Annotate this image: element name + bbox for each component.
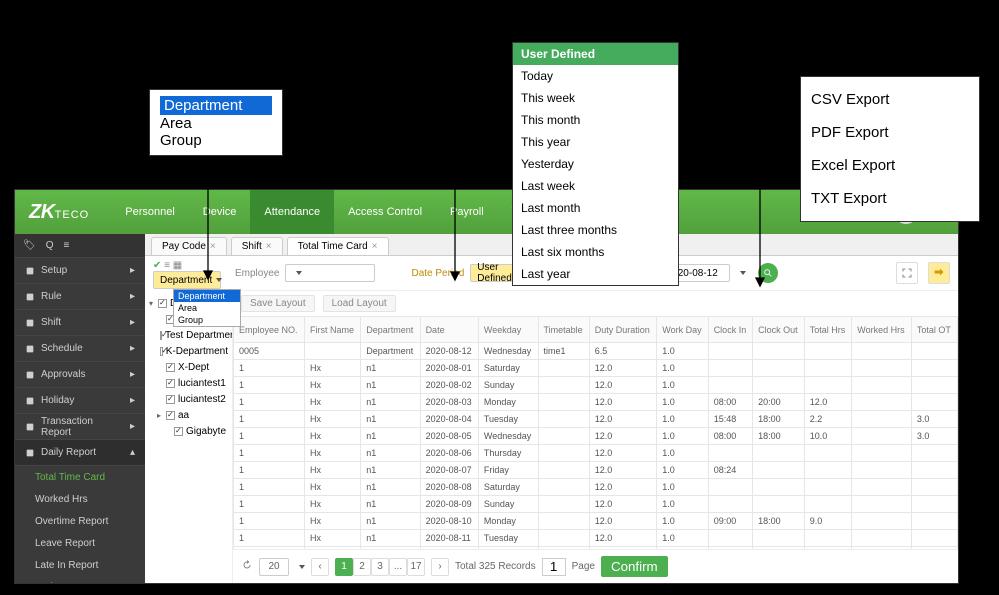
tree-node[interactable]: X-Dept	[149, 359, 228, 375]
column-header[interactable]: Duty Duration	[589, 317, 656, 343]
sidebar-sub-overtime-report[interactable]: Overtime Report	[15, 510, 145, 532]
table-row[interactable]: 1Hxn12020-08-06Thursday12.01.0	[234, 445, 958, 462]
column-header[interactable]: Clock Out	[753, 317, 805, 343]
department-tree: ▾Departmentn1Test DepartmentK-Department…	[145, 291, 233, 583]
sidebar-sub-leave-report[interactable]: Leave Report	[15, 532, 145, 554]
department-dropdown-open[interactable]: Department Area Group	[173, 289, 241, 327]
column-header[interactable]: Total Hrs	[804, 317, 852, 343]
column-header[interactable]: Work Day	[657, 317, 708, 343]
table-row[interactable]: 1Hxn12020-08-11Tuesday12.01.0	[234, 530, 958, 547]
tag-icon[interactable]: 🏷	[23, 240, 36, 251]
table-row[interactable]: 1Hxn12020-08-03Monday12.01.008:0020:0012…	[234, 394, 958, 411]
sidebar-item-approvals[interactable]: Approvals▸	[15, 362, 145, 388]
employee-select[interactable]	[285, 264, 375, 282]
sidebar-tool-row: 🏷 Q ≡	[15, 234, 145, 258]
column-header[interactable]: Employee NO.	[234, 317, 305, 343]
nav-access-control[interactable]: Access Control	[334, 190, 436, 234]
department-callout: Department Area Group	[149, 89, 283, 156]
chevron-down-icon[interactable]	[299, 565, 305, 569]
page-17[interactable]: 17	[407, 558, 425, 576]
tab-shift[interactable]: Shift ×	[231, 237, 283, 255]
table-row[interactable]: 1Hxn12020-08-04Tuesday12.01.015:4818:002…	[234, 411, 958, 428]
export-button[interactable]	[928, 262, 950, 284]
date-callout-header: User Defined	[513, 43, 678, 65]
tree-node[interactable]: ▸aa	[149, 407, 228, 423]
save-layout-button[interactable]: Save Layout	[241, 295, 315, 312]
column-header[interactable]: Date	[420, 317, 478, 343]
page-3[interactable]: 3	[371, 558, 389, 576]
column-header[interactable]: Clock In	[708, 317, 752, 343]
load-layout-button[interactable]: Load Layout	[323, 295, 396, 312]
table-row[interactable]: 1Hxn12020-08-08Saturday12.01.0	[234, 479, 958, 496]
content-area: Pay Code ×Shift ×Total Time Card × ✔ ≡ ▦…	[145, 234, 958, 583]
refresh-button[interactable]	[241, 559, 253, 574]
column-header[interactable]: Total OT	[911, 317, 957, 343]
page-1[interactable]: 1	[335, 558, 353, 576]
sidebar-sub-worked-hrs[interactable]: Worked Hrs	[15, 488, 145, 510]
sidebar-item-daily-report[interactable]: Daily Report▴	[15, 440, 145, 466]
data-table-wrap[interactable]: Employee NO.First NameDepartmentDateWeek…	[233, 316, 958, 549]
sidebar-item-setup[interactable]: Setup▸	[15, 258, 145, 284]
sidebar-sub-early-out-report[interactable]: Early Out Report	[15, 576, 145, 583]
table-row[interactable]: 0005Department2020-08-12Wednesdaytime16.…	[234, 343, 958, 360]
menu-icon[interactable]: ≡	[63, 240, 69, 251]
confirm-page-button[interactable]: Confirm	[601, 556, 668, 577]
search-icon[interactable]: Q	[46, 240, 54, 251]
fullscreen-button[interactable]	[896, 262, 918, 284]
employee-label: Employee	[235, 268, 279, 279]
tree-node[interactable]: Gigabyte	[149, 423, 228, 439]
column-header[interactable]: Timetable	[538, 317, 589, 343]
tab-total-time-card[interactable]: Total Time Card ×	[287, 237, 389, 255]
sidebar-item-shift[interactable]: Shift▸	[15, 310, 145, 336]
sidebar-item-holiday[interactable]: Holiday▸	[15, 388, 145, 414]
page-next-button[interactable]: ›	[431, 558, 449, 576]
page-2[interactable]: 2	[353, 558, 371, 576]
nav-personnel[interactable]: Personnel	[111, 190, 189, 234]
department-callout-highlight: Department	[160, 96, 272, 115]
table-row[interactable]: 1Hxn12020-08-10Monday12.01.009:0018:009.…	[234, 513, 958, 530]
logo: ZKTECO	[15, 201, 111, 224]
table-row[interactable]: 1Hxn12020-08-01Saturday12.01.0	[234, 360, 958, 377]
table-row[interactable]: 1Hxn12020-08-05Wednesday12.01.008:0018:0…	[234, 428, 958, 445]
table-row[interactable]: 1Hxn12020-08-09Sunday12.01.0	[234, 496, 958, 513]
sidebar-item-schedule[interactable]: Schedule▸	[15, 336, 145, 362]
sidebar-sub-late-in-report[interactable]: Late In Report	[15, 554, 145, 576]
column-header[interactable]: Department	[361, 317, 420, 343]
tree-node[interactable]: Test Department	[149, 327, 228, 343]
chevron-down-icon[interactable]	[740, 271, 746, 275]
sidebar: 🏷 Q ≡ Setup▸Rule▸Shift▸Schedule▸Approval…	[15, 234, 145, 583]
total-records-label: Total 325 Records	[455, 561, 536, 572]
page-input[interactable]	[542, 558, 566, 576]
page-prev-button[interactable]: ‹	[311, 558, 329, 576]
table-row[interactable]: 1Hxn12020-08-07Friday12.01.008:24	[234, 462, 958, 479]
export-callout: CSV Export PDF Export Excel Export TXT E…	[800, 76, 980, 222]
tree-node[interactable]: K-Department	[149, 343, 228, 359]
close-icon[interactable]: ×	[372, 241, 378, 252]
sidebar-sub-total-time-card[interactable]: Total Time Card	[15, 466, 145, 488]
sidebar-item-transaction-report[interactable]: Transaction Report▸	[15, 414, 145, 440]
tree-node[interactable]: luciantest2	[149, 391, 228, 407]
tree-node[interactable]: luciantest1	[149, 375, 228, 391]
sidebar-item-rule[interactable]: Rule▸	[15, 284, 145, 310]
column-header[interactable]: Worked Hrs	[852, 317, 912, 343]
close-icon[interactable]: ×	[266, 241, 272, 252]
data-table: Employee NO.First NameDepartmentDateWeek…	[233, 316, 958, 549]
date-period-callout: User Defined Today This week This month …	[512, 42, 679, 286]
column-header[interactable]: Weekday	[478, 317, 538, 343]
table-row[interactable]: 1Hxn12020-08-02Sunday12.01.0	[234, 377, 958, 394]
chevron-down-icon	[296, 271, 302, 275]
pagination: 20 ‹ 123...17 › Total 325 Records Page C…	[233, 549, 958, 583]
nav-attendance[interactable]: Attendance	[250, 190, 334, 234]
page-size-select[interactable]: 20	[259, 558, 289, 576]
column-header[interactable]: First Name	[305, 317, 361, 343]
page-...[interactable]: ...	[389, 558, 407, 576]
